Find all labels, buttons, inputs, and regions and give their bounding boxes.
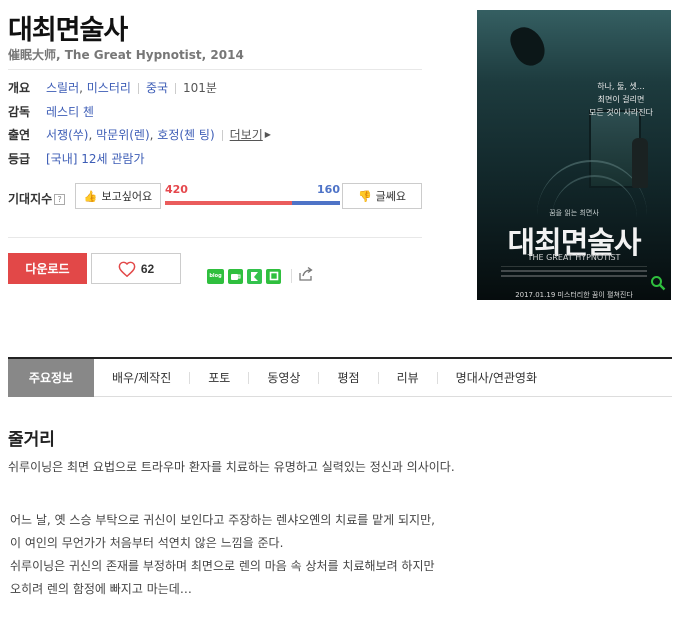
- runtime: 101분: [183, 81, 217, 95]
- synopsis-heading: 줄거리: [8, 430, 55, 450]
- divider: [8, 69, 422, 70]
- poster-tagline-2: 최면이 걸리면: [597, 95, 645, 104]
- overview-label: 개요: [8, 81, 31, 95]
- poster-standing-man: [632, 138, 648, 188]
- cast-link-1[interactable]: 서쟁(쑤): [46, 127, 88, 143]
- cafe-icon: [231, 273, 241, 280]
- synopsis-line: 어느 날, 옛 스승 부탁으로 귀신이 보인다고 주장하는 렌샤오옌의 치료를 …: [10, 513, 435, 527]
- divider: [175, 82, 177, 94]
- poster-credits: [501, 266, 647, 280]
- director-label: 감독: [8, 105, 31, 119]
- want-count: 420: [165, 183, 188, 196]
- want-to-see-label: 보고싶어요: [101, 191, 153, 203]
- movie-poster[interactable]: 하나, 둘, 셋… 최면이 걸리면 모든 것이 사라진다 꿈을 읽는 최면사 대…: [477, 10, 671, 300]
- divider: [8, 237, 422, 238]
- want-to-see-button[interactable]: 👍 보고싶어요: [75, 183, 161, 209]
- tab-photo[interactable]: 포토: [190, 359, 248, 397]
- heart-icon: [118, 261, 136, 277]
- cast-link-3[interactable]: 호정(첸 팅): [157, 127, 214, 143]
- overview-row: 개요 스릴러, 미스터리 중국 101분: [8, 80, 217, 96]
- movie-subtitle: 催眠大师, The Great Hypnotist, 2014: [8, 48, 244, 62]
- download-button[interactable]: 다운로드: [8, 253, 87, 284]
- like-button[interactable]: 62: [91, 253, 181, 284]
- tab-reviews[interactable]: 리뷰: [379, 359, 437, 397]
- magnifier-icon: [651, 276, 666, 291]
- cafe-share-icon[interactable]: [228, 268, 243, 284]
- share-icon[interactable]: [298, 266, 314, 286]
- movie-title: 대최면술사: [8, 15, 128, 46]
- rating-row: 등급 [국내] 12세 관람가: [8, 151, 145, 167]
- tab-cast-crew[interactable]: 배우/제작진: [94, 359, 189, 397]
- genre-link-thriller[interactable]: 스릴러: [46, 80, 79, 96]
- zoom-icon[interactable]: [650, 275, 666, 291]
- expectation-label: 기대지수?: [8, 190, 66, 207]
- meh-count: 160: [317, 183, 340, 196]
- like-count: 62: [140, 261, 155, 276]
- ratio-bar: [165, 201, 340, 205]
- expectation-label-text: 기대지수: [8, 192, 53, 206]
- share-arrow-icon: [299, 266, 313, 281]
- cast-more-link[interactable]: 더보기: [230, 127, 263, 143]
- genre-link-mystery[interactable]: 미스터리: [87, 80, 131, 96]
- director-row: 감독 레스티 첸: [8, 104, 94, 120]
- poster-tagline-3: 모든 것이 사라진다: [589, 108, 653, 117]
- blog-share-icon[interactable]: blog: [207, 268, 224, 284]
- director-link[interactable]: 레스티 첸: [46, 104, 94, 120]
- divider: [291, 269, 292, 283]
- divider: [221, 129, 223, 141]
- tab-ratings[interactable]: 평점: [319, 359, 377, 397]
- poster-tagline: 하나, 둘, 셋… 최면이 걸리면 모든 것이 사라진다: [586, 80, 656, 119]
- synopsis-lead: 쉬루이닝은 최면 요법으로 트라우마 환자를 치료하는 유명하고 실력있는 정신…: [8, 460, 455, 474]
- cast-label: 출연: [8, 128, 31, 142]
- rating-label: 등급: [8, 152, 31, 166]
- caret-right-icon: ▶: [264, 130, 271, 139]
- band-icon: [251, 271, 258, 281]
- thumbs-down-icon: 👎: [357, 190, 372, 203]
- rating-link[interactable]: [국내] 12세 관람가: [46, 151, 145, 167]
- poster-release-date: 2017.01.19 미스터리한 꿈이 펼쳐진다: [515, 291, 633, 299]
- poster-english-title: THE GREAT HYPNOTIST: [527, 253, 621, 262]
- poster-small-copy: 꿈을 읽는 최면사: [549, 209, 599, 217]
- tab-video[interactable]: 동영상: [249, 359, 318, 397]
- tab-main-info[interactable]: 주요정보: [8, 358, 94, 397]
- expectation-bar: 420 160: [165, 181, 340, 211]
- line-icon: [269, 271, 278, 281]
- synopsis-body: 어느 날, 옛 스승 부탁으로 귀신이 보인다고 주장하는 렌샤오옌의 치료를 …: [10, 509, 435, 601]
- synopsis-line: 오히려 렌의 함정에 빠지고 마는데…: [10, 582, 192, 596]
- tab-bar: 주요정보 배우/제작진 포토 동영상 평점 리뷰 명대사/연관영화: [8, 357, 672, 397]
- country-link[interactable]: 중국: [146, 80, 168, 96]
- help-icon[interactable]: ?: [54, 194, 66, 205]
- synopsis-line: 쉬루이닝은 귀신의 존재를 부정하며 최면으로 렌의 마음 속 상처를 치료해보…: [10, 559, 435, 573]
- not-sure-label: 글쎄요: [375, 191, 407, 203]
- poster-tagline-1: 하나, 둘, 셋…: [597, 82, 645, 91]
- synopsis-line: 이 여인의 무언가가 처음부터 석연치 않은 느낌을 준다.: [10, 536, 284, 550]
- tab-quotes-related[interactable]: 명대사/연관영화: [438, 359, 555, 397]
- divider: [137, 82, 139, 94]
- thumbs-up-icon: 👍: [83, 190, 98, 203]
- not-sure-button[interactable]: 👎 글쎄요: [342, 183, 422, 209]
- line-share-icon[interactable]: [266, 268, 281, 284]
- cast-row: 출연 서쟁(쑤), 막문위(렌), 호정(첸 팅) 더보기 ▶: [8, 127, 271, 143]
- band-share-icon[interactable]: [247, 268, 262, 284]
- share-bar: blog: [207, 266, 314, 286]
- expectation-index: 기대지수? 👍 보고싶어요 420 160 👎 글쎄요: [8, 181, 422, 211]
- ratio-bar-fill: [165, 201, 292, 205]
- cast-link-2[interactable]: 막문위(렌): [96, 127, 150, 143]
